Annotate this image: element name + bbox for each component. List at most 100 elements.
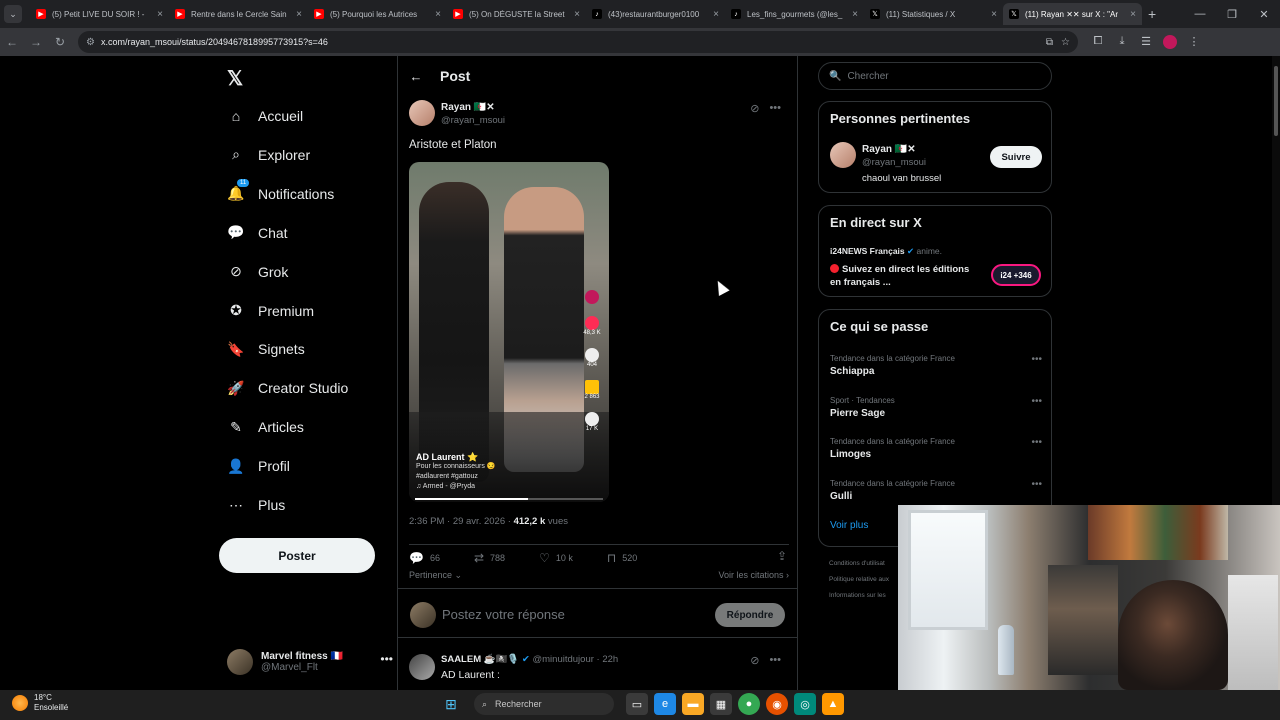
browser-tab[interactable]: ▶ Rentre dans le Cercle Sain ×: [169, 3, 308, 25]
browser-tab[interactable]: 𝕏 (11) Statistiques / X ×: [864, 3, 1003, 25]
back-button[interactable]: ←: [0, 30, 24, 54]
nav-item-accueil[interactable]: ⌂ Accueil: [219, 102, 303, 130]
scrollbar-thumb[interactable]: [1274, 66, 1278, 136]
task-view-icon[interactable]: ▭: [626, 693, 648, 715]
edge-icon[interactable]: e: [654, 693, 676, 715]
trend-item[interactable]: Sport · Tendances Pierre Sage •••: [830, 396, 1042, 430]
more-icon[interactable]: •••: [769, 654, 781, 667]
restore-button[interactable]: ❐: [1216, 0, 1248, 28]
more-icon[interactable]: •••: [769, 102, 781, 115]
grok-icon[interactable]: ⊘: [750, 102, 759, 115]
browser-menu-icon[interactable]: ⋮: [1182, 35, 1206, 49]
media-controls-icon[interactable]: ☰: [1134, 35, 1158, 49]
close-tab-icon[interactable]: ×: [574, 9, 580, 20]
nav-item-explorer[interactable]: ⌕ Explorer: [219, 141, 310, 169]
more-icon[interactable]: •••: [380, 652, 393, 666]
avatar[interactable]: [409, 654, 435, 680]
chrome-icon[interactable]: ●: [738, 693, 760, 715]
live-badge[interactable]: i24 +346: [991, 264, 1041, 286]
close-tab-icon[interactable]: ×: [296, 9, 302, 20]
forward-button[interactable]: →: [24, 30, 48, 54]
new-tab-button[interactable]: +: [1148, 6, 1156, 22]
reply-input[interactable]: Postez votre réponse: [442, 607, 565, 622]
live-headline[interactable]: Suivez en direct les éditions en françai…: [830, 263, 980, 289]
nav-item-plus[interactable]: ⋯ Plus: [219, 491, 285, 519]
firefox-icon[interactable]: ◉: [766, 693, 788, 715]
extensions-icon[interactable]: ⧠: [1086, 35, 1110, 49]
trend-item[interactable]: Tendance dans la catégorie France Limoges…: [830, 437, 1042, 471]
site-info-icon[interactable]: ⚙: [86, 37, 95, 48]
close-tab-icon[interactable]: ×: [157, 9, 163, 20]
bookmark-button[interactable]: ⊓ 520: [607, 551, 637, 565]
minimize-button[interactable]: —: [1184, 0, 1216, 28]
avatar[interactable]: [409, 100, 435, 126]
sort-dropdown[interactable]: Pertinence ⌄: [409, 570, 462, 584]
author-handle[interactable]: @rayan_msoui: [441, 115, 505, 126]
vlc-icon[interactable]: ▲: [822, 693, 844, 715]
video-progress-bar[interactable]: [415, 498, 603, 500]
close-tab-icon[interactable]: ×: [1130, 9, 1136, 20]
taskbar-search[interactable]: ⌕ Rechercher: [474, 693, 614, 715]
nav-item-chat[interactable]: 💬 Chat: [219, 219, 287, 247]
nav-item-profil[interactable]: 👤 Profil: [219, 452, 290, 480]
avatar[interactable]: [830, 142, 856, 168]
browser-tab[interactable]: 𝕏 (11) Rayan ✕✕ sur X : "Ar ×: [1003, 3, 1142, 25]
nav-item-premium[interactable]: ✪ Premium: [219, 297, 314, 325]
author-name[interactable]: Rayan 🇩🇿✕: [441, 102, 495, 113]
install-app-icon[interactable]: ⧉: [1046, 37, 1053, 48]
nav-item-notifications[interactable]: 🔔 11 Notifications: [219, 179, 334, 208]
x-logo-icon[interactable]: 𝕏: [227, 66, 247, 90]
reply-tweet[interactable]: SAALEM ☕🏴‍☠️🎙️ ✔ @minuitdujour · 22h AD …: [409, 650, 789, 690]
live-source[interactable]: i24NEWS Français ✔ anime.: [830, 246, 942, 257]
store-icon[interactable]: ▦: [710, 693, 732, 715]
close-tab-icon[interactable]: ×: [852, 9, 858, 20]
browser-tab[interactable]: ▶ (5) On DÉGUSTE la Street ×: [447, 3, 586, 25]
view-quotes-link[interactable]: Voir les citations ›: [718, 570, 789, 584]
bookmark-star-icon[interactable]: ☆: [1061, 37, 1070, 48]
share-icon[interactable]: ⇪: [777, 549, 787, 563]
more-icon[interactable]: •••: [1031, 479, 1042, 490]
close-tab-icon[interactable]: ×: [991, 9, 997, 20]
account-switcher[interactable]: Marvel fitness 🇫🇷 @Marvel_Flt •••: [227, 646, 393, 678]
search-input[interactable]: 🔍 Chercher: [818, 62, 1052, 90]
trend-item[interactable]: Tendance dans la catégorie France Schiapp…: [830, 354, 1042, 388]
more-icon[interactable]: •••: [1031, 354, 1042, 365]
tab-search-button[interactable]: ⌄: [4, 5, 22, 23]
footer-link[interactable]: Politique relative aux: [829, 572, 889, 588]
windows-start-icon[interactable]: ⊞: [440, 693, 462, 715]
reload-button[interactable]: ↻: [48, 30, 72, 54]
close-tab-icon[interactable]: ×: [713, 9, 719, 20]
file-explorer-icon[interactable]: ▬: [682, 693, 704, 715]
like-button[interactable]: ♡ 10 k: [539, 551, 573, 565]
grok-icon[interactable]: ⊘: [750, 654, 759, 667]
nav-item-grok[interactable]: ⊘ Grok: [219, 258, 288, 286]
close-window-button[interactable]: ✕: [1248, 0, 1280, 28]
browser-tab[interactable]: ♪ Les_fins_gourmets (@les_ ×: [725, 3, 864, 25]
obs-icon[interactable]: ◎: [794, 693, 816, 715]
close-tab-icon[interactable]: ×: [435, 9, 441, 20]
footer-link[interactable]: Conditions d'utilisat: [829, 556, 889, 572]
back-arrow-icon[interactable]: ←: [398, 69, 434, 84]
reply-submit-button[interactable]: Répondre: [715, 603, 785, 627]
footer-link[interactable]: Informations sur les: [829, 588, 889, 604]
weather-widget[interactable]: 18°C Ensoleillé: [12, 693, 68, 713]
reply-author[interactable]: SAALEM ☕🏴‍☠️🎙️: [441, 654, 519, 665]
downloads-icon[interactable]: ⤓: [1110, 35, 1134, 49]
url-bar[interactable]: ⚙ x.com/rayan_msoui/status/2049467818995…: [78, 31, 1078, 53]
repost-button[interactable]: ⇄ 788: [474, 551, 505, 565]
tweet-video[interactable]: 48,3 K 404 2 863 17 K AD Laurent ⭐ Pour …: [409, 162, 609, 502]
more-icon[interactable]: •••: [1031, 396, 1042, 407]
person-handle[interactable]: @rayan_msoui: [862, 157, 926, 168]
profile-avatar[interactable]: [1158, 35, 1182, 49]
nav-item-articles[interactable]: ✎ Articles: [219, 413, 304, 441]
person-name[interactable]: Rayan 🇩🇿✕: [862, 144, 916, 155]
see-more-link[interactable]: Voir plus: [830, 520, 868, 531]
post-button[interactable]: Poster: [219, 538, 375, 573]
more-icon[interactable]: •••: [1031, 437, 1042, 448]
browser-tab[interactable]: ▶ (5) Pourquoi les Autrices ×: [308, 3, 447, 25]
nav-item-creator-studio[interactable]: 🚀 Creator Studio: [219, 374, 348, 402]
relevant-person[interactable]: Rayan 🇩🇿✕ @rayan_msoui chaoul van brusse…: [830, 142, 1042, 186]
browser-tab[interactable]: ♪ (43)restaurantburger0100 ×: [586, 3, 725, 25]
nav-item-signets[interactable]: 🔖 Signets: [219, 335, 304, 363]
follow-button[interactable]: Suivre: [990, 146, 1042, 168]
